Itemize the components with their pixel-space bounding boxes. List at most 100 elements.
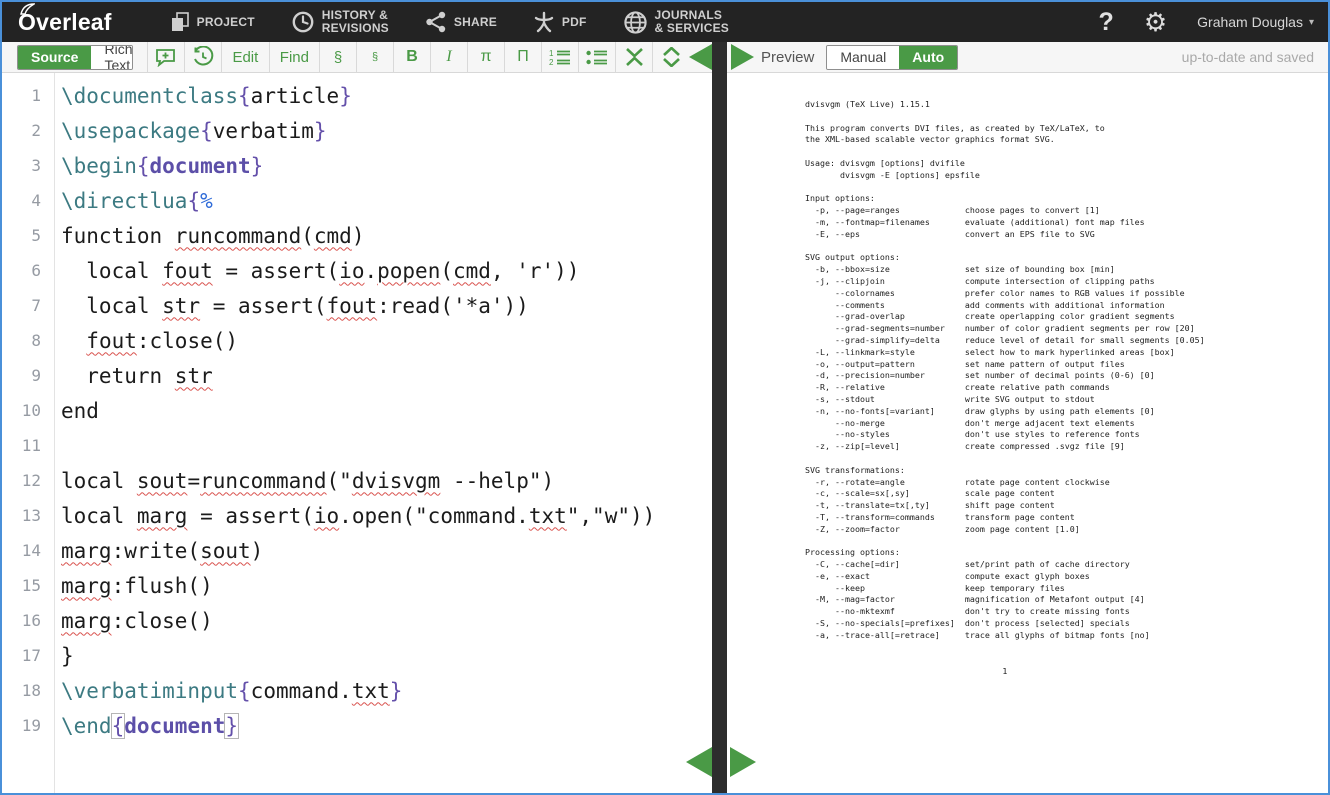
display-math-button[interactable]: Π xyxy=(504,42,541,73)
line-number: 14 xyxy=(2,541,54,560)
bullet-list-button[interactable] xyxy=(578,42,615,73)
pdf-page: dvisvgm (TeX Live) 1.15.1 This program c… xyxy=(805,99,1205,676)
collapse-editor-arrow-bottom[interactable] xyxy=(686,747,712,777)
expand-icon xyxy=(662,47,681,67)
share-icon xyxy=(425,11,447,33)
code-line[interactable]: 3\begin{document} xyxy=(2,148,712,183)
code-line[interactable]: 16marg:close() xyxy=(2,603,712,638)
section-button[interactable]: § xyxy=(319,42,356,73)
italic-button[interactable]: I xyxy=(430,42,467,73)
navbar-item-label: PDF xyxy=(562,15,587,29)
line-number: 1 xyxy=(2,86,54,105)
expand-preview-arrow[interactable] xyxy=(731,44,754,70)
top-navbar: Overleaf PROJECT HISTORY &REVISIONS xyxy=(2,2,1328,42)
code-editor[interactable]: 1\documentclass{article}2\usepackage{ver… xyxy=(2,73,712,793)
code-line[interactable]: 11 xyxy=(2,428,712,463)
numbered-list-button[interactable]: 1 2 xyxy=(541,42,578,73)
preview-toolbar: Preview Manual Auto up-to-date and saved xyxy=(727,42,1328,73)
pdf-preview-scroll[interactable]: dvisvgm (TeX Live) 1.15.1 This program c… xyxy=(727,73,1328,793)
code-line[interactable]: 18\verbatiminput{command.txt} xyxy=(2,673,712,708)
code-line[interactable]: 15marg:flush() xyxy=(2,568,712,603)
code-line[interactable]: 2\usepackage{verbatim} xyxy=(2,113,712,148)
line-number: 3 xyxy=(2,156,54,175)
bullet-list-icon xyxy=(586,49,608,66)
line-number: 4 xyxy=(2,191,54,210)
navbar-item-label: JOURNALS xyxy=(655,8,723,22)
code-line[interactable]: 17} xyxy=(2,638,712,673)
navbar-item-label: & SERVICES xyxy=(655,21,729,35)
source-tab[interactable]: Source xyxy=(18,46,91,69)
save-status: up-to-date and saved xyxy=(1182,49,1328,65)
svg-text:2: 2 xyxy=(549,58,554,66)
line-number: 12 xyxy=(2,471,54,490)
manual-compile-tab[interactable]: Manual xyxy=(827,46,899,69)
navbar-item-label: HISTORY & xyxy=(322,8,388,22)
code-area: 1\documentclass{article}2\usepackage{ver… xyxy=(2,78,712,743)
navbar-item-share[interactable]: SHARE xyxy=(425,11,497,33)
navbar-item-pdf[interactable]: PDF xyxy=(533,10,587,34)
source-richtext-toggle: Source Rich Text xyxy=(17,45,133,70)
code-line[interactable]: 9 return str xyxy=(2,358,712,393)
inline-math-button[interactable]: π xyxy=(467,42,504,73)
user-menu[interactable]: Graham Douglas ▾ xyxy=(1197,14,1314,30)
comment-plus-icon xyxy=(155,48,176,67)
line-number: 16 xyxy=(2,611,54,630)
pdf-page-number: 1 xyxy=(805,666,1205,676)
rich-text-tab[interactable]: Rich Text xyxy=(91,46,133,69)
navbar-right: ? ⚙ Graham Douglas ▾ xyxy=(1099,8,1314,37)
leaf-icon xyxy=(19,3,35,15)
editor-toolbar: Source Rich Text Edit xyxy=(2,42,712,73)
pane-divider[interactable] xyxy=(712,42,727,793)
code-line[interactable]: 12local sout=runcommand("dvisvgm --help"… xyxy=(2,463,712,498)
code-line[interactable]: 10end xyxy=(2,393,712,428)
line-number: 19 xyxy=(2,716,54,735)
edit-menu-button[interactable]: Edit xyxy=(221,42,269,73)
line-number: 7 xyxy=(2,296,54,315)
code-line[interactable]: 4\directlua{% xyxy=(2,183,712,218)
line-number: 6 xyxy=(2,261,54,280)
globe-icon xyxy=(623,10,648,35)
line-number: 11 xyxy=(2,436,54,455)
chevron-down-icon: ▾ xyxy=(1309,17,1314,28)
main-split: Source Rich Text Edit xyxy=(2,42,1328,793)
compile-mode-toggle: Manual Auto xyxy=(826,45,958,70)
code-line[interactable]: 6 local fout = assert(io.popen(cmd, 'r')… xyxy=(2,253,712,288)
history-restore-icon xyxy=(192,46,214,68)
line-number: 5 xyxy=(2,226,54,245)
navbar-item-history-revisions[interactable]: HISTORY &REVISIONS xyxy=(291,9,389,35)
code-line[interactable]: 5function runcommand(cmd) xyxy=(2,218,712,253)
auto-compile-tab[interactable]: Auto xyxy=(899,46,957,69)
code-line[interactable]: 1\documentclass{article} xyxy=(2,78,712,113)
settings-gear-icon[interactable]: ⚙ xyxy=(1144,9,1167,35)
code-line[interactable]: 19\end{document} xyxy=(2,708,712,743)
collapse-button[interactable] xyxy=(615,42,652,73)
line-number: 15 xyxy=(2,576,54,595)
preview-pane: Preview Manual Auto up-to-date and saved… xyxy=(727,42,1328,793)
line-number: 8 xyxy=(2,331,54,350)
help-button[interactable]: ? xyxy=(1099,8,1114,37)
collapse-icon xyxy=(625,47,644,67)
code-line[interactable]: 13local marg = assert(io.open("command.t… xyxy=(2,498,712,533)
code-line[interactable]: 8 fout:close() xyxy=(2,323,712,358)
navbar-item-project[interactable]: PROJECT xyxy=(170,12,255,32)
collapse-editor-arrow[interactable] xyxy=(689,44,712,70)
navbar-item-label: REVISIONS xyxy=(322,21,389,35)
track-changes-button[interactable] xyxy=(184,42,221,73)
line-number: 9 xyxy=(2,366,54,385)
add-comment-button[interactable] xyxy=(147,42,184,73)
navbar-item-label: SHARE xyxy=(454,15,497,29)
overleaf-logo[interactable]: Overleaf xyxy=(18,9,112,36)
expand-button[interactable] xyxy=(652,42,689,73)
code-line[interactable]: 14marg:write(sout) xyxy=(2,533,712,568)
line-number: 10 xyxy=(2,401,54,420)
find-button[interactable]: Find xyxy=(269,42,319,73)
pdf-icon xyxy=(533,10,555,34)
subsection-button[interactable]: § xyxy=(356,42,393,73)
code-line[interactable]: 7 local str = assert(fout:read('*a')) xyxy=(2,288,712,323)
navbar-item-journals-services[interactable]: JOURNALS& SERVICES xyxy=(623,9,729,35)
history-clock-icon xyxy=(291,10,315,34)
line-number: 17 xyxy=(2,646,54,665)
project-icon xyxy=(170,12,190,32)
expand-preview-arrow-bottom[interactable] xyxy=(730,747,756,777)
bold-button[interactable]: B xyxy=(393,42,430,73)
